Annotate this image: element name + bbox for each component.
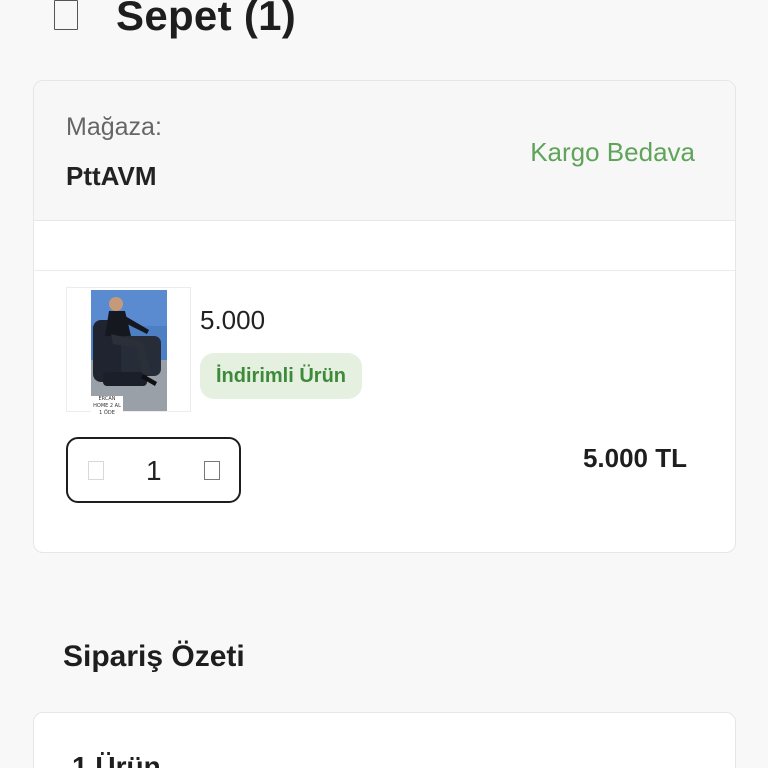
cart-page: Sepet (1) Mağaza: PttAVM Kargo Bedava ER…	[0, 0, 768, 768]
quantity-stepper: 1	[66, 437, 241, 503]
increase-quantity-button[interactable]	[204, 461, 220, 480]
cart-card: Mağaza: PttAVM Kargo Bedava ERCAN HOME 2…	[33, 80, 736, 553]
store-name[interactable]: PttAVM	[66, 161, 157, 192]
order-summary-card: 1 Ürün	[33, 712, 736, 768]
quantity-value: 1	[146, 455, 162, 486]
unit-price: 5.000	[200, 305, 266, 335]
store-label: Mağaza:	[66, 113, 162, 141]
header: Sepet (1)	[0, 0, 768, 58]
store-divider-row	[34, 221, 735, 271]
order-summary-title: Sipariş Özeti	[63, 640, 245, 673]
decrease-quantity-button[interactable]	[88, 461, 104, 480]
product-image-caption: ERCAN HOME 2 AL 1 ÖDE	[91, 396, 123, 416]
product-image[interactable]: ERCAN HOME 2 AL 1 ÖDE	[66, 287, 191, 416]
item-total-price: 5.000 TL	[582, 443, 687, 473]
page-title: Sepet (1)	[116, 0, 297, 39]
discount-badge: İndirimli Ürün	[200, 353, 362, 399]
summary-item-count: 1 Ürün	[72, 751, 161, 768]
back-icon[interactable]	[54, 0, 78, 30]
product-photo	[91, 290, 167, 411]
store-header: Mağaza: PttAVM Kargo Bedava	[34, 81, 735, 221]
free-shipping-label: Kargo Bedava	[530, 137, 695, 167]
